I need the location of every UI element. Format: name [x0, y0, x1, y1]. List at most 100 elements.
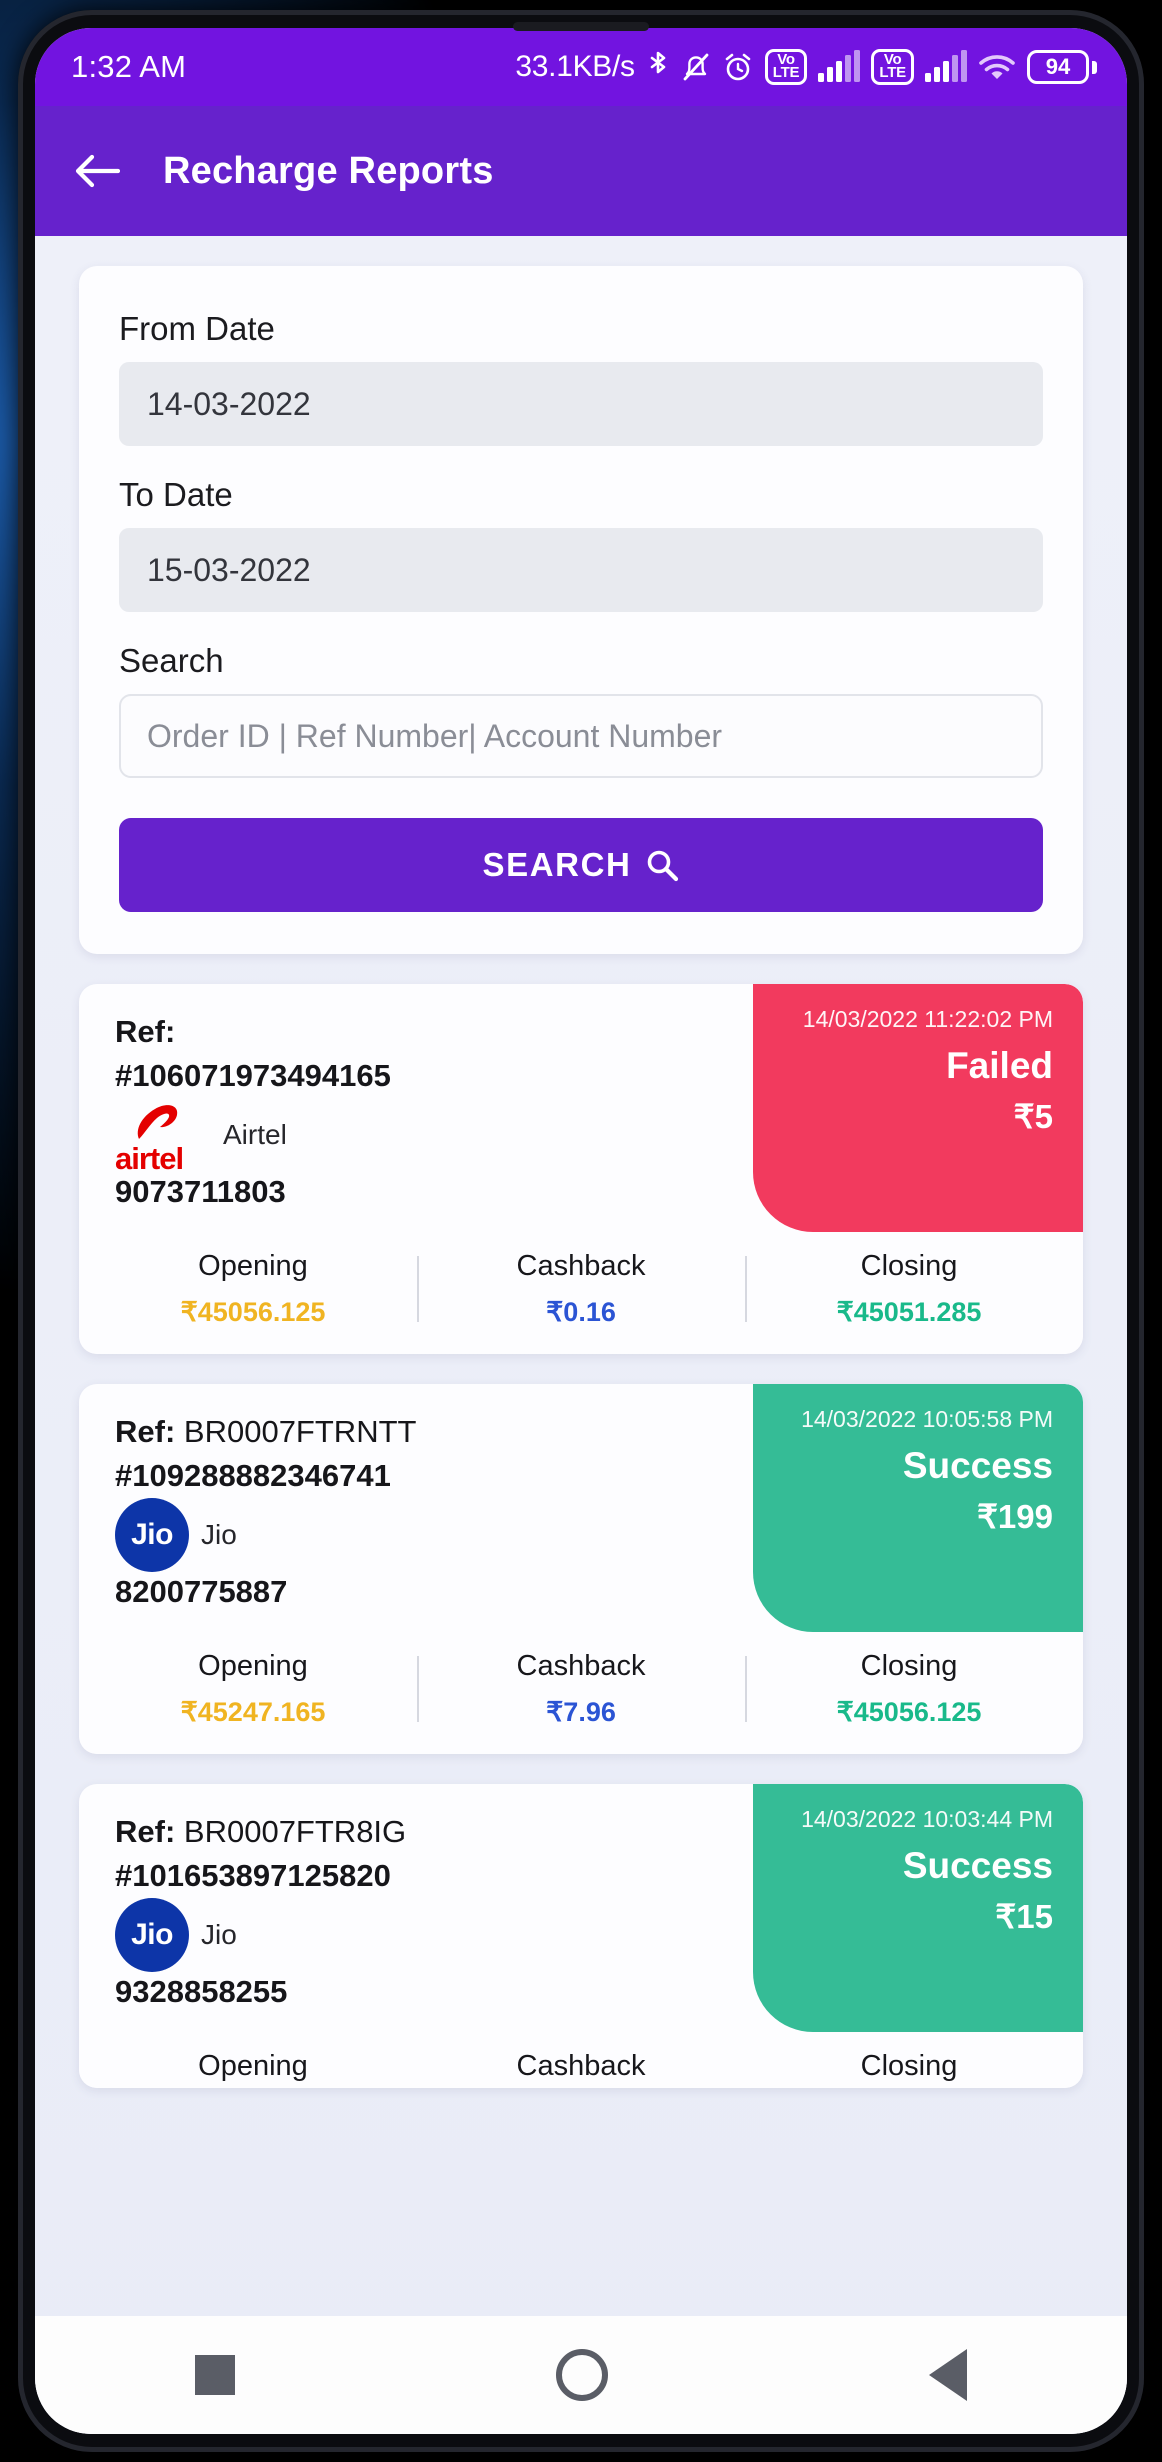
jio-logo-icon: Jio [115, 1898, 189, 1972]
closing-column: Closing ₹45051.285 [745, 1250, 1073, 1328]
magnifier-icon [648, 850, 679, 882]
order-id: #101653897125820 [115, 1858, 391, 1893]
cashback-column: Cashback [417, 2050, 745, 2082]
balance-row: Opening Cashback Closing [79, 2032, 1083, 2088]
opening-column: Opening ₹45247.165 [89, 1650, 417, 1728]
ref-label: Ref: [115, 1814, 176, 1849]
closing-column: Closing ₹45056.125 [745, 1650, 1073, 1728]
transaction-ref: Ref: BR0007FTR8IG [115, 1814, 753, 1850]
transaction-amount: ₹5 [1013, 1098, 1053, 1135]
battery-level-label: 94 [1045, 54, 1071, 79]
search-button[interactable]: SEARCH [119, 818, 1043, 912]
account-number: 8200775887 [115, 1574, 288, 1609]
transaction-amount: ₹15 [995, 1898, 1053, 1935]
battery-icon: 94 [1027, 50, 1097, 84]
cashback-column: Cashback ₹0.16 [417, 1250, 745, 1328]
wifi-icon [978, 51, 1016, 83]
search-input[interactable]: Order ID | Ref Number| Account Number [119, 694, 1043, 778]
to-date-label: To Date [119, 476, 233, 513]
transaction-ref: Ref: BR0007FTRNTT [115, 1414, 753, 1450]
transaction-card[interactable]: Ref: BR0007FTR8IG #101653897125820 Jio J… [79, 1784, 1083, 2088]
status-clock: 1:32 AM [71, 49, 187, 84]
account-number: 9073711803 [115, 1174, 286, 1209]
order-id: #109288882346741 [115, 1458, 391, 1493]
android-nav-bar [35, 2316, 1127, 2434]
cashback-label: Cashback [516, 1250, 646, 1282]
from-date-input[interactable]: 14-03-2022 [119, 362, 1043, 446]
closing-value: ₹45056.125 [836, 1697, 982, 1727]
arrow-left-icon [75, 154, 120, 188]
alarm-icon [722, 51, 754, 83]
network-speed-label: 33.1KB/s [515, 50, 635, 83]
cashback-value: ₹7.96 [546, 1697, 616, 1727]
signal-bars-icon [818, 50, 861, 82]
search-label: Search [119, 642, 224, 679]
status-icons: 33.1KB/s Vo LTE Vo LTE 94 [515, 49, 1097, 85]
phone-frame: 1:32 AM 33.1KB/s Vo LTE Vo LTE 94 Rechar… [0, 0, 1162, 2462]
opening-label: Opening [198, 1250, 308, 1282]
from-date-label: From Date [119, 310, 275, 347]
opening-column: Opening ₹45056.125 [89, 1250, 417, 1328]
bell-muted-icon [681, 51, 711, 83]
status-badge: 14/03/2022 10:03:44 PM Success ₹15 [753, 1784, 1083, 2032]
opening-label: Opening [198, 2050, 308, 2082]
cashback-value: ₹0.16 [546, 1297, 616, 1327]
cashback-label: Cashback [516, 1650, 646, 1682]
airtel-wordmark: airtel [115, 1141, 184, 1176]
ref-label: Ref: [115, 1414, 176, 1449]
triangle-back-icon[interactable] [928, 2349, 967, 2401]
status-badge: 14/03/2022 11:22:02 PM Failed ₹5 [753, 984, 1083, 1232]
transaction-status: Success [902, 1445, 1053, 1486]
page-title: Recharge Reports [163, 149, 494, 192]
circle-icon[interactable] [555, 2349, 608, 2401]
opening-value: ₹45056.125 [180, 1297, 326, 1327]
transaction-card[interactable]: Ref: #106071973494165 airtel Airtel 9073… [79, 984, 1083, 1354]
transaction-datetime: 14/03/2022 10:05:58 PM [801, 1406, 1053, 1432]
opening-value: ₹45247.165 [180, 1697, 326, 1727]
transaction-datetime: 14/03/2022 11:22:02 PM [802, 1006, 1053, 1032]
transaction-datetime: 14/03/2022 10:03:44 PM [801, 1806, 1053, 1832]
volte-bottom-label-2: LTE [879, 63, 906, 81]
phone-screen: 1:32 AM 33.1KB/s Vo LTE Vo LTE 94 Rechar… [35, 28, 1127, 2434]
balance-row: Opening ₹45247.165 Cashback ₹7.96 Closin… [79, 1632, 1083, 1754]
operator-name: Jio [201, 1919, 237, 1950]
filter-card: From Date 14-03-2022 To Date 15-03-2022 … [79, 266, 1083, 954]
transaction-card[interactable]: Ref: BR0007FTRNTT #109288882346741 Jio J… [79, 1384, 1083, 1754]
closing-label: Closing [860, 1650, 958, 1682]
ref-label: Ref: [115, 1014, 176, 1049]
cashback-label: Cashback [516, 2050, 646, 2082]
volte-icon: Vo LTE [764, 49, 808, 85]
closing-value: ₹45051.285 [836, 1297, 982, 1327]
status-badge: 14/03/2022 10:05:58 PM Success ₹199 [753, 1384, 1083, 1632]
account-number: 9328858255 [115, 1974, 288, 2009]
airtel-logo-icon: airtel [115, 1097, 211, 1176]
square-icon[interactable] [195, 2355, 236, 2395]
to-date-input[interactable]: 15-03-2022 [119, 528, 1043, 612]
search-button-label: SEARCH [482, 846, 632, 883]
earpiece-speaker [513, 22, 649, 31]
cashback-column: Cashback ₹7.96 [417, 1650, 745, 1728]
transaction-status: Success [902, 1845, 1053, 1886]
closing-label: Closing [860, 2050, 958, 2082]
closing-column: Closing [745, 2050, 1073, 2082]
closing-label: Closing [860, 1250, 958, 1282]
transaction-ref: Ref: [115, 1014, 753, 1050]
back-button[interactable] [71, 145, 123, 197]
volte-icon-2: Vo LTE [871, 49, 914, 85]
order-id: #106071973494165 [115, 1058, 391, 1093]
status-bar: 1:32 AM 33.1KB/s Vo LTE Vo LTE 94 [35, 28, 1127, 106]
opening-label: Opening [198, 1650, 308, 1682]
app-bar: Recharge Reports [35, 106, 1127, 236]
operator-name: Jio [201, 1519, 237, 1550]
bluetooth-icon [646, 50, 670, 84]
opening-column: Opening [89, 2050, 417, 2082]
jio-logo-icon: Jio [115, 1498, 189, 1572]
volte-bottom-label: LTE [772, 63, 800, 81]
jio-wordmark: Jio [131, 1518, 173, 1551]
balance-row: Opening ₹45056.125 Cashback ₹0.16 Closin… [79, 1232, 1083, 1354]
operator-name: Airtel [223, 1119, 287, 1150]
jio-wordmark: Jio [131, 1918, 173, 1951]
ref-value: BR0007FTR8IG [183, 1814, 407, 1849]
scroll-content[interactable]: From Date 14-03-2022 To Date 15-03-2022 … [35, 236, 1127, 2434]
ref-value: BR0007FTRNTT [183, 1414, 417, 1449]
